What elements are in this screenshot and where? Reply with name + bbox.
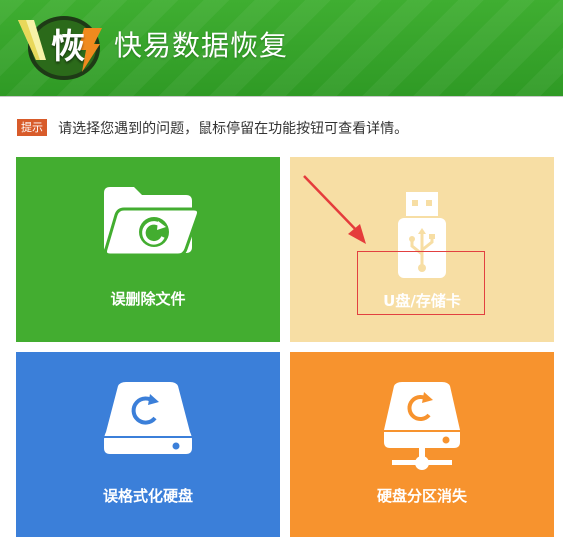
- tip-row: 提示 请选择您遇到的问题，鼠标停留在功能按钮可查看详情。: [17, 117, 408, 139]
- formatted-drive-label: 误格式化硬盘: [102, 487, 193, 505]
- deleted-files-label: 误删除文件: [110, 290, 186, 308]
- formatted-drive-tile[interactable]: 误格式化硬盘: [16, 352, 280, 537]
- network-drive-icon: [384, 382, 460, 470]
- tip-badge: 提示: [17, 119, 47, 136]
- tip-text: 请选择您遇到的问题，鼠标停留在功能按钮可查看详情。: [58, 120, 409, 137]
- usb-card-label: U盘/存储卡: [383, 292, 461, 310]
- folder-refresh-icon: [104, 187, 200, 257]
- lost-partition-tile[interactable]: 硬盘分区消失: [290, 352, 554, 537]
- usb-drive-icon: [398, 192, 446, 278]
- lost-partition-label: 硬盘分区消失: [376, 487, 467, 505]
- app-logo: 恢: [14, 8, 106, 88]
- deleted-files-tile[interactable]: 误删除文件: [16, 157, 280, 342]
- app-title: 快易数据恢复: [114, 29, 289, 62]
- usb-card-tile[interactable]: U盘/存储卡: [290, 157, 554, 342]
- logo-character: 恢: [51, 27, 85, 67]
- app-header: 恢 快易数据恢复: [0, 0, 563, 97]
- hard-drive-refresh-icon: [104, 382, 192, 454]
